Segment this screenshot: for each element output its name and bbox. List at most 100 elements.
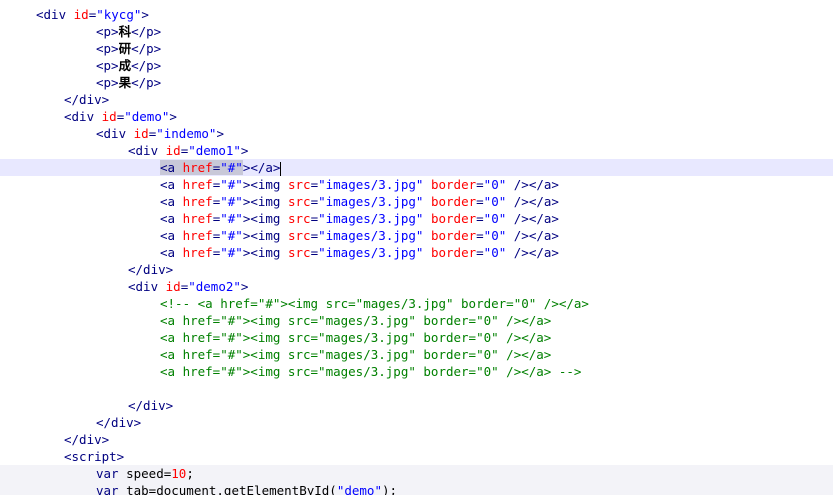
code-token: </p> <box>131 41 162 56</box>
code-line[interactable]: <!-- <a href="#"><img src="mages/3.jpg" … <box>0 295 833 312</box>
code-token: <div <box>64 109 95 124</box>
code-line[interactable]: <a href="#"></a> <box>0 159 833 176</box>
code-line-text: <div id="kycg"> <box>36 6 149 23</box>
code-token: <a <box>160 160 176 175</box>
code-line-text: <a href="#"><img src="mages/3.jpg" borde… <box>160 312 551 329</box>
code-line[interactable]: </div> <box>0 91 833 108</box>
code-token: href <box>175 228 213 243</box>
code-token: href <box>175 177 213 192</box>
code-line-text: <p>研</p> <box>96 40 161 57</box>
code-line[interactable]: </div> <box>0 431 833 448</box>
code-line[interactable]: <a href="#"><img src="mages/3.jpg" borde… <box>0 312 833 329</box>
code-token: 科 <box>118 24 132 39</box>
code-token: "demo" <box>124 109 170 124</box>
code-line[interactable]: <a href="#"><img src="mages/3.jpg" borde… <box>0 363 833 380</box>
code-token: "kycg" <box>96 7 142 22</box>
code-line-text: <div id="indemo"> <box>96 125 224 142</box>
code-token: "images/3.jpg" <box>318 177 424 192</box>
code-line[interactable]: <a href="#"><img src="images/3.jpg" bord… <box>0 176 833 193</box>
code-token: </div> <box>128 262 174 277</box>
code-line-text: <a href="#"><img src="mages/3.jpg" borde… <box>160 363 581 380</box>
code-line[interactable]: <p>成</p> <box>0 57 833 74</box>
code-token: src <box>280 211 311 226</box>
code-line[interactable]: </div> <box>0 414 833 431</box>
code-line[interactable]: <a href="#"><img src="mages/3.jpg" borde… <box>0 329 833 346</box>
code-line[interactable]: <a href="#"><img src="images/3.jpg" bord… <box>0 193 833 210</box>
code-token: ><img <box>242 194 281 209</box>
code-token: <a <box>160 228 176 243</box>
code-token: ><img <box>242 177 281 192</box>
code-line[interactable]: var tab=document.getElementById("demo"); <box>0 482 833 495</box>
code-line[interactable]: <a href="#"><img src="images/3.jpg" bord… <box>0 244 833 261</box>
code-token: <div <box>128 143 159 158</box>
code-line[interactable]: <div id="kycg"> <box>0 6 833 23</box>
code-line[interactable]: </div> <box>0 261 833 278</box>
code-token: </p> <box>131 24 162 39</box>
code-token: 10 <box>171 466 187 481</box>
code-line[interactable]: <a href="#"><img src="images/3.jpg" bord… <box>0 227 833 244</box>
code-line[interactable]: <div id="demo2"> <box>0 278 833 295</box>
code-token: "#" <box>220 228 243 243</box>
code-line[interactable]: <div id="demo1"> <box>0 142 833 159</box>
code-line-text: <div id="demo"> <box>64 108 177 125</box>
code-line[interactable]: <p>科</p> <box>0 23 833 40</box>
code-token: </p> <box>131 75 162 90</box>
code-line-text: </div> <box>96 414 141 431</box>
code-token: id <box>66 7 89 22</box>
code-line-text: var speed=10; <box>96 465 194 482</box>
code-token: "#" <box>220 245 243 260</box>
code-token: = <box>476 194 484 209</box>
code-token: /></a> <box>506 228 559 243</box>
code-token: "0" <box>483 245 507 260</box>
code-line-text: <p>科</p> <box>96 23 161 40</box>
code-line-text: </div> <box>64 91 109 108</box>
code-line-text: <a href="#"><img src="images/3.jpg" bord… <box>160 176 559 193</box>
code-token: <a href="#"><img src="mages/3.jpg" borde… <box>160 330 552 345</box>
code-token: src <box>280 177 311 192</box>
code-line[interactable]: <div id="demo"> <box>0 108 833 125</box>
code-line[interactable]: <a href="#"><img src="images/3.jpg" bord… <box>0 210 833 227</box>
code-token: href <box>175 245 213 260</box>
code-token: <a href="#"><img src="mages/3.jpg" borde… <box>160 313 552 328</box>
code-token: /></a> <box>506 211 559 226</box>
code-token: src <box>280 194 311 209</box>
text-caret <box>280 161 282 176</box>
code-token: = <box>310 177 319 192</box>
code-token: <script> <box>64 449 125 464</box>
code-line[interactable] <box>0 380 833 397</box>
code-token: <p> <box>96 58 119 73</box>
code-token: border <box>423 177 477 192</box>
code-token: "#" <box>220 194 243 209</box>
code-line[interactable]: <script> <box>0 448 833 465</box>
code-editor[interactable]: <div id="kycg"> <p>科</p> <p>研</p> <p>成</p> <… <box>0 0 833 495</box>
code-token: > <box>240 279 249 294</box>
code-token: </div> <box>64 92 110 107</box>
code-token: id <box>126 126 149 141</box>
code-token: ></a> <box>242 160 281 175</box>
code-token: = <box>310 211 319 226</box>
code-line-text: <p>成</p> <box>96 57 161 74</box>
code-token: > <box>141 7 149 22</box>
code-token: <div <box>128 279 159 294</box>
code-line[interactable]: <p>果</p> <box>0 74 833 91</box>
code-token: "indemo" <box>156 126 217 141</box>
code-token: border <box>423 228 477 243</box>
code-line[interactable]: <p>研</p> <box>0 40 833 57</box>
code-token: src <box>280 228 311 243</box>
code-token: id <box>158 279 181 294</box>
code-token: ><img <box>242 211 281 226</box>
code-token: = <box>310 228 319 243</box>
code-token: "images/3.jpg" <box>318 211 424 226</box>
code-token: <p> <box>96 75 119 90</box>
code-token: <a <box>160 211 176 226</box>
code-line[interactable]: <div id="indemo"> <box>0 125 833 142</box>
code-token: /></a> <box>506 177 559 192</box>
code-line[interactable]: </div> <box>0 397 833 414</box>
code-line-text: <div id="demo2"> <box>128 278 248 295</box>
code-line-text: </div> <box>128 397 173 414</box>
code-token: > <box>169 109 177 124</box>
code-line[interactable]: var speed=10; <box>0 465 833 482</box>
code-line[interactable]: <a href="#"><img src="mages/3.jpg" borde… <box>0 346 833 363</box>
code-token: speed= <box>118 466 172 481</box>
code-line-text: <a href="#"><img src="images/3.jpg" bord… <box>160 210 559 227</box>
